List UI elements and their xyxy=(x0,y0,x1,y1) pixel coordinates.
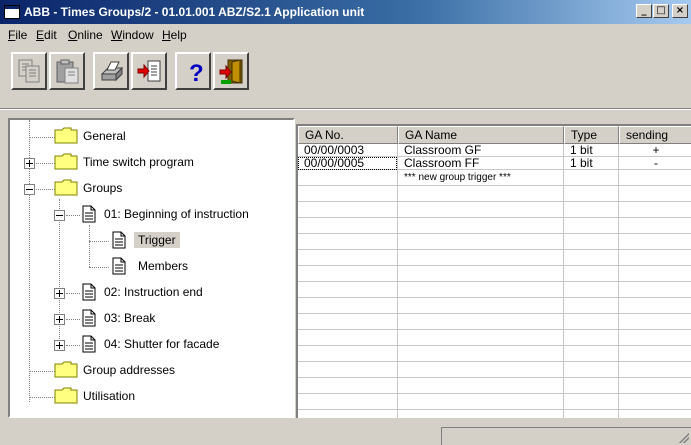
cell-sending[interactable] xyxy=(619,172,691,185)
tree-item-03-break[interactable]: 03: Break xyxy=(10,306,293,332)
tree-item-general[interactable]: General xyxy=(10,124,293,150)
expand-toggle[interactable] xyxy=(54,288,65,299)
document-icon xyxy=(112,231,126,249)
table-row[interactable] xyxy=(298,282,691,298)
project-tree[interactable]: General Time switch program Groups 01: B… xyxy=(8,118,295,418)
document-icon xyxy=(82,205,96,223)
tree-item-01-beginning-of-instruction[interactable]: 01: Beginning of instruction xyxy=(10,202,293,228)
document-icon xyxy=(112,257,126,275)
cell-sending[interactable]: - xyxy=(619,157,691,170)
menu-window[interactable]: Window xyxy=(111,28,154,42)
toolbar-separator xyxy=(0,108,691,110)
collapse-toggle[interactable] xyxy=(54,210,65,221)
collapse-toggle[interactable] xyxy=(24,184,35,195)
toolbar: ? xyxy=(11,52,281,92)
table-row[interactable] xyxy=(298,346,691,362)
close-button[interactable]: × xyxy=(672,4,688,18)
table-row[interactable] xyxy=(298,218,691,234)
menu-online[interactable]: Online xyxy=(68,28,103,42)
tree-item-members[interactable]: Members xyxy=(10,254,293,280)
table-header: GA No. GA Name Type sending xyxy=(298,126,691,144)
tree-item-02-instruction-end[interactable]: 02: Instruction end xyxy=(10,280,293,306)
menu-edit[interactable]: Edit xyxy=(36,28,57,42)
column-header-ga-no[interactable]: GA No. xyxy=(298,126,398,144)
resize-grip-icon[interactable] xyxy=(679,433,689,443)
tree-item-group-addresses[interactable]: Group addresses xyxy=(10,358,293,384)
tree-item-time-switch-program[interactable]: Time switch program xyxy=(10,150,293,176)
tree-item-groups[interactable]: Groups xyxy=(10,176,293,202)
document-icon xyxy=(82,283,96,301)
expand-toggle[interactable] xyxy=(54,314,65,325)
printer-icon xyxy=(100,61,124,82)
tree-item-04-shutter-for-facade[interactable]: 04: Shutter for facade xyxy=(10,332,293,358)
copy-button[interactable] xyxy=(11,52,47,90)
menu-bar: File Edit Online Window Help xyxy=(0,25,691,45)
import-button[interactable] xyxy=(131,52,167,90)
cell-ga-name[interactable]: Classroom FF xyxy=(398,157,563,170)
menu-help[interactable]: Help xyxy=(162,28,187,42)
table-row[interactable] xyxy=(298,378,691,394)
tree-item-utilisation[interactable]: Utilisation xyxy=(10,384,293,410)
svg-text:?: ? xyxy=(189,60,204,86)
document-icon xyxy=(82,309,96,327)
folder-icon xyxy=(54,387,78,404)
import-icon xyxy=(137,60,161,82)
window-title: ABB - Times Groups/2 - 01.01.001 ABZ/S2.… xyxy=(24,5,365,19)
document-icon xyxy=(82,335,96,353)
paste-icon xyxy=(56,59,79,84)
menu-file[interactable]: File xyxy=(8,28,27,42)
table-row[interactable]: 00/00/0005 Classroom FF 1 bit - xyxy=(298,157,691,170)
exit-button[interactable] xyxy=(213,52,249,90)
exit-icon xyxy=(219,59,243,84)
status-bar xyxy=(0,423,691,445)
table-row[interactable] xyxy=(298,202,691,218)
table-row[interactable] xyxy=(298,250,691,266)
table-row[interactable] xyxy=(298,330,691,346)
folder-icon xyxy=(54,153,78,170)
print-button[interactable] xyxy=(93,52,129,90)
table-row[interactable] xyxy=(298,266,691,282)
table-row[interactable] xyxy=(298,362,691,378)
table-row[interactable] xyxy=(298,186,691,202)
expand-toggle[interactable] xyxy=(54,340,65,351)
help-button[interactable]: ? xyxy=(175,52,211,90)
column-header-ga-name[interactable]: GA Name xyxy=(398,126,564,144)
app-icon xyxy=(4,5,20,19)
maximize-button[interactable]: □ xyxy=(653,4,669,18)
group-address-table[interactable]: GA No. GA Name Type sending 00/00/0003 C… xyxy=(296,124,691,418)
cell-ga-no[interactable] xyxy=(298,172,397,185)
folder-icon xyxy=(54,127,78,144)
table-row[interactable] xyxy=(298,394,691,410)
cell-new-group-trigger[interactable]: *** new group trigger *** xyxy=(398,172,563,185)
status-pane xyxy=(441,427,691,445)
cell-ga-no[interactable]: 00/00/0005 xyxy=(298,157,397,170)
column-header-sending[interactable]: sending xyxy=(619,126,691,144)
table-row[interactable] xyxy=(298,234,691,250)
help-icon: ? xyxy=(189,60,204,86)
table-row[interactable] xyxy=(298,314,691,330)
minimize-button[interactable]: _ xyxy=(636,4,652,18)
column-header-type[interactable]: Type xyxy=(564,126,619,144)
folder-icon xyxy=(54,361,78,378)
cell-type[interactable]: 1 bit xyxy=(564,157,618,170)
table-row[interactable] xyxy=(298,298,691,314)
paste-button[interactable] xyxy=(49,52,85,90)
cell-type[interactable] xyxy=(564,172,618,185)
folder-icon xyxy=(54,179,78,196)
tree-item-trigger[interactable]: Trigger xyxy=(10,228,293,254)
title-bar[interactable]: ABB - Times Groups/2 - 01.01.001 ABZ/S2.… xyxy=(0,0,691,24)
expand-toggle[interactable] xyxy=(24,158,35,169)
table-row[interactable]: *** new group trigger *** xyxy=(298,170,691,186)
copy-icon xyxy=(18,59,40,83)
